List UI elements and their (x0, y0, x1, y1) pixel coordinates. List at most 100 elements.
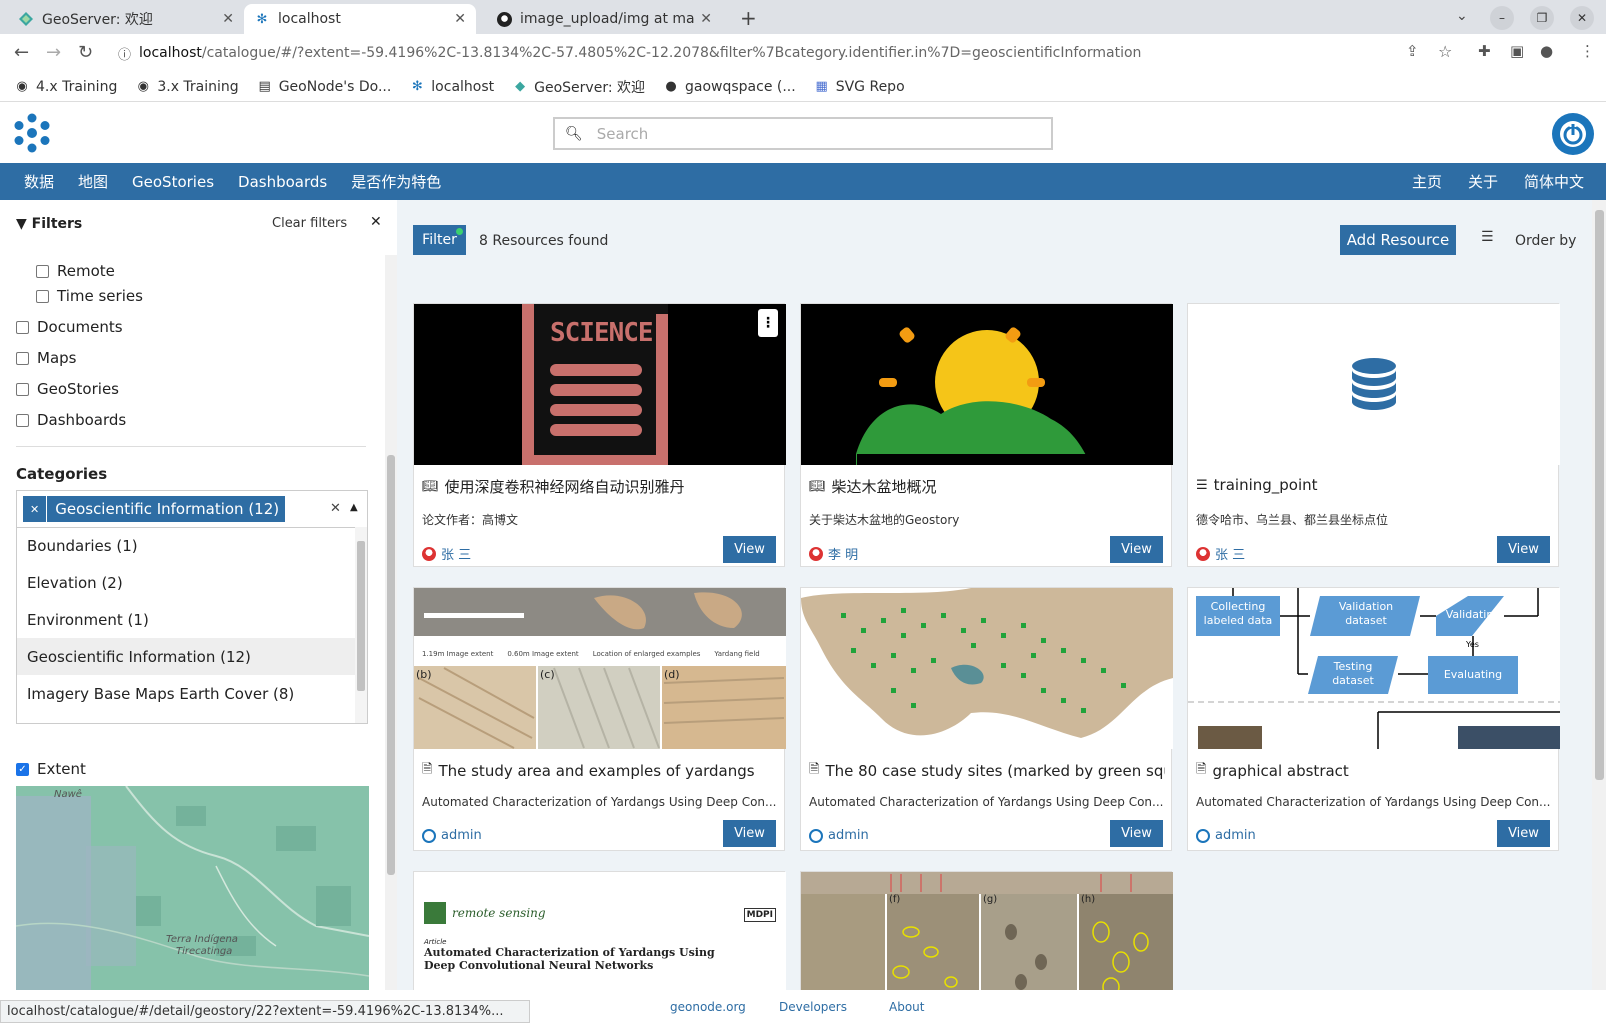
bookmark-geoserver[interactable]: ◆ GeoServer: 欢迎 (512, 77, 645, 97)
menu-item-home[interactable]: 主页 (1412, 171, 1442, 192)
view-button[interactable]: View (723, 820, 776, 847)
site-info-icon[interactable]: ⓘ (118, 44, 131, 63)
checkbox[interactable] (36, 264, 49, 278)
sidepanel-icon[interactable]: ▣ (1510, 42, 1524, 60)
selected-category-tag[interactable]: ✕ Geoscientific Information (12) (23, 496, 286, 522)
card-thumbnail[interactable]: Collecting labeled data Validation datas… (1188, 588, 1560, 749)
bookmark-localhost[interactable]: ✻ localhost (409, 79, 494, 95)
category-option[interactable]: Boundaries (1) (17, 527, 367, 564)
category-option[interactable]: Environment (1) (17, 601, 367, 638)
card-title[interactable]: The study area and examples of yardangs (438, 762, 754, 780)
view-button[interactable]: View (1110, 536, 1163, 563)
close-icon[interactable]: ✕ (700, 11, 712, 27)
category-option[interactable]: Imagery Base Maps Earth Cover (8) (17, 675, 367, 712)
checkbox[interactable] (16, 382, 29, 396)
card-title[interactable]: The 80 case study sites (marked by green… (825, 762, 1165, 780)
view-button[interactable]: View (1110, 820, 1163, 847)
checkbox[interactable] (16, 413, 29, 427)
category-option-selected[interactable]: Geoscientific Information (12) (17, 638, 367, 675)
resource-card[interactable]: Collecting labeled data Validation datas… (1187, 587, 1560, 851)
tab-github[interactable]: image_upload/img at mai ✕ (486, 4, 722, 34)
card-title[interactable]: graphical abstract (1212, 762, 1348, 780)
checkbox-dashboards[interactable]: Dashboards (16, 411, 126, 429)
card-thumbnail[interactable] (801, 588, 1173, 749)
window-close-button[interactable]: ✕ (1570, 6, 1594, 30)
chevron-down-icon[interactable]: ⌄ (1456, 8, 1468, 24)
card-thumbnail[interactable]: remote sensing MDPI Article Automated Ch… (414, 872, 786, 990)
search-input[interactable]: Search (597, 125, 649, 143)
content-scrollbar-thumb[interactable] (1595, 210, 1604, 780)
remove-tag-icon[interactable]: ✕ (23, 496, 48, 522)
footer-link-developers[interactable]: Developers (779, 1000, 847, 1014)
card-owner-link[interactable]: 李 明 (828, 544, 858, 563)
filter-button[interactable]: Filter (413, 225, 466, 255)
checkbox-maps[interactable]: Maps (16, 349, 76, 367)
checkbox[interactable] (36, 289, 49, 303)
bookmark-svgrepo[interactable]: ▦ SVG Repo (814, 79, 905, 95)
card-owner-link[interactable]: 张 三 (1215, 544, 1245, 563)
add-resource-button[interactable]: Add Resource (1340, 225, 1456, 255)
checkbox[interactable] (16, 351, 29, 365)
extensions-icon[interactable]: ✚ (1478, 42, 1491, 60)
menu-item-maps[interactable]: 地图 (78, 171, 108, 192)
language-selector[interactable]: 简体中文 (1524, 171, 1584, 192)
star-icon[interactable]: ☆ (1438, 42, 1452, 61)
new-tab-button[interactable]: + (740, 6, 757, 30)
options-scrollbar[interactable] (355, 527, 367, 723)
scrollbar-thumb[interactable] (357, 541, 365, 691)
menu-item-geostories[interactable]: GeoStories (132, 173, 214, 191)
resource-card[interactable]: 🗎 The 80 case study sites (marked by gree… (800, 587, 1173, 851)
checkbox[interactable] (16, 320, 29, 334)
resource-card[interactable]: 📖︎ 柴达木盆地概况 关于柴达木盆地的Geostory 李 明 View (800, 303, 1173, 567)
card-owner-link[interactable]: admin (1215, 828, 1256, 843)
login-button[interactable] (1552, 113, 1594, 155)
footer-link-about[interactable]: About (889, 1000, 924, 1014)
resource-card[interactable]: 1.19m Image extent 0.60m Image extent Lo… (413, 587, 786, 851)
search-box[interactable]: 🔍︎ Search (553, 117, 1053, 150)
clear-select-icon[interactable]: ✕ (330, 501, 341, 516)
menu-item-dashboards[interactable]: Dashboards (238, 173, 327, 191)
card-title[interactable]: training_point (1214, 476, 1318, 494)
card-owner-link[interactable]: 张 三 (441, 544, 471, 563)
card-thumbnail[interactable]: 1.19m Image extent 0.60m Image extent Lo… (414, 588, 786, 749)
checkbox-remote[interactable]: Remote (36, 262, 115, 280)
sidebar-scrollbar-thumb[interactable] (387, 455, 395, 875)
card-thumbnail[interactable]: SCIENCE ⋮ (414, 304, 786, 465)
category-option[interactable]: Society (2) (17, 712, 367, 724)
order-by-dropdown[interactable]: Order by (1515, 233, 1576, 249)
resource-card[interactable]: ☰ training_point 德令哈市、乌兰县、都兰县坐标点位 张 三 Vie… (1187, 303, 1560, 567)
reload-icon[interactable]: ↻ (78, 42, 93, 63)
menu-item-data[interactable]: 数据 (24, 171, 54, 192)
profile-icon[interactable]: ● (1540, 42, 1553, 60)
card-thumbnail[interactable] (1188, 304, 1560, 465)
resource-card[interactable]: remote sensing MDPI Article Automated Ch… (413, 871, 786, 990)
menu-item-about[interactable]: 关于 (1468, 171, 1498, 192)
close-icon[interactable]: ✕ (454, 11, 466, 27)
list-view-icon[interactable]: ☰ (1481, 229, 1494, 245)
card-title[interactable]: 使用深度卷积神经网络自动识别雅丹 (445, 476, 685, 497)
extent-map[interactable]: Nawê Terra Indígena Tirecatinga (16, 786, 369, 990)
card-thumbnail[interactable] (801, 304, 1173, 465)
category-select[interactable]: ✕ Geoscientific Information (12) ✕ ▲ (16, 490, 368, 528)
checkbox-checked[interactable]: ✓ (16, 762, 29, 776)
view-button[interactable]: View (1497, 536, 1550, 563)
address-bar[interactable]: ⓘ localhost/catalogue/#/?extent=-59.4196… (108, 38, 1483, 68)
checkbox-geostories[interactable]: GeoStories (16, 380, 119, 398)
checkbox-extent[interactable]: ✓ Extent (16, 760, 86, 778)
bookmark-github[interactable]: ● gaowqspace (... (663, 79, 795, 95)
resource-card[interactable]: (f) (g) (h) (800, 871, 1173, 990)
checkbox-time-series[interactable]: Time series (36, 287, 143, 305)
more-options-icon[interactable]: ⋮ (758, 309, 778, 337)
resource-card[interactable]: SCIENCE ⋮ 📖︎ 使用深度卷积神经网络自动识别雅丹 论文作者：高博文 张 … (413, 303, 786, 567)
bookmark-geonode-docs[interactable]: ▤ GeoNode's Do... (257, 79, 392, 95)
bookmark-4x-training[interactable]: ◉ 4.x Training (14, 79, 117, 95)
footer-link-geonode[interactable]: geonode.org (670, 1000, 746, 1014)
bookmark-3x-training[interactable]: ◉ 3.x Training (135, 79, 239, 95)
share-icon[interactable]: ⇪ (1406, 42, 1419, 60)
close-filters-icon[interactable]: ✕ (370, 214, 382, 230)
close-icon[interactable]: ✕ (222, 11, 234, 27)
forward-icon[interactable]: → (46, 42, 61, 63)
menu-kebab-icon[interactable]: ⋮ (1580, 42, 1595, 60)
card-owner-link[interactable]: admin (828, 828, 869, 843)
tab-localhost[interactable]: ✻ localhost ✕ (244, 4, 476, 34)
